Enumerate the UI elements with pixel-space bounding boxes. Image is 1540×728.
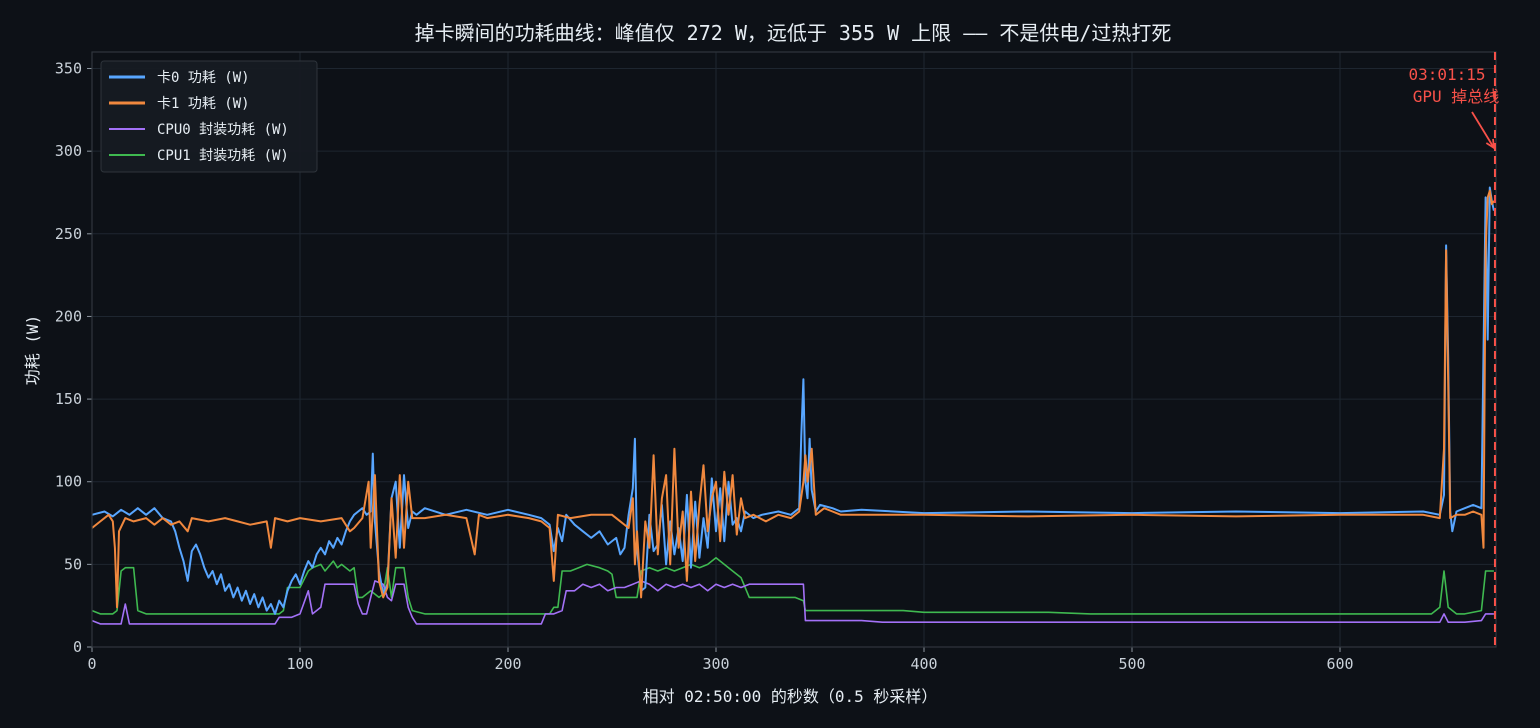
legend: 卡0 功耗 (W) 卡1 功耗 (W) CPU0 封装功耗 (W) CPU1 封装功耗… <box>100 60 318 173</box>
x-tick-label: 600 <box>1326 655 1353 673</box>
legend-label-0: 卡0 功耗 (W) <box>157 70 250 86</box>
x-tick-label: 500 <box>1118 655 1145 673</box>
x-tick-label: 300 <box>702 655 729 673</box>
y-tick-label: 200 <box>55 307 82 325</box>
y-axis-label: 功耗 (W) <box>23 315 42 386</box>
y-tick-label: 250 <box>55 225 82 243</box>
y-tick-label: 50 <box>64 555 82 573</box>
x-tick-label: 200 <box>494 655 521 673</box>
x-tick-label: 0 <box>87 655 96 673</box>
x-tick-label: 100 <box>286 655 313 673</box>
y-tick-label: 100 <box>55 473 82 491</box>
y-tick-label: 350 <box>55 60 82 78</box>
legend-label-2: CPU0 封装功耗 (W) <box>157 122 289 138</box>
annotation-label: GPU 掉总线 <box>1413 87 1500 106</box>
legend-label-3: CPU1 封装功耗 (W) <box>157 148 289 164</box>
annotation-time: 03:01:15 <box>1408 65 1485 84</box>
y-tick-label: 300 <box>55 142 82 160</box>
y-tick-label: 0 <box>73 638 82 656</box>
power-chart: 0 100 200 300 400 500 600 0 50 100 150 200 250 300 350… <box>0 0 1540 728</box>
x-axis-label: 相对 02:50:00 的秒数（0.5 秒采样） <box>643 687 938 706</box>
legend-label-1: 卡1 功耗 (W) <box>157 96 250 112</box>
chart-title: 掉卡瞬间的功耗曲线：峰值仅 272 W，远低于 355 W 上限 —— 不是供电… <box>415 21 1172 45</box>
x-tick-label: 400 <box>910 655 937 673</box>
y-tick-label: 150 <box>55 390 82 408</box>
